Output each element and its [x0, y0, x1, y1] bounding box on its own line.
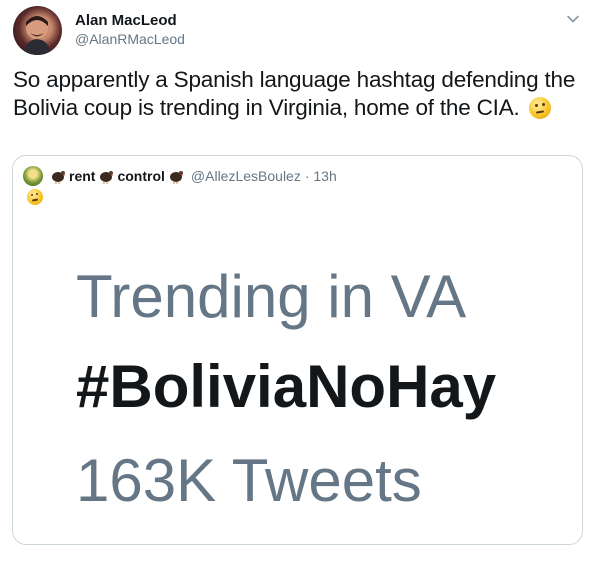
trend-count: 163K Tweets: [76, 447, 422, 514]
quoted-image: Trending in VA #BoliviaNoHay 163K Tweets: [0, 0, 592, 564]
trend-hashtag: #BoliviaNoHay: [76, 353, 497, 420]
trend-location: Trending in VA: [76, 263, 467, 330]
